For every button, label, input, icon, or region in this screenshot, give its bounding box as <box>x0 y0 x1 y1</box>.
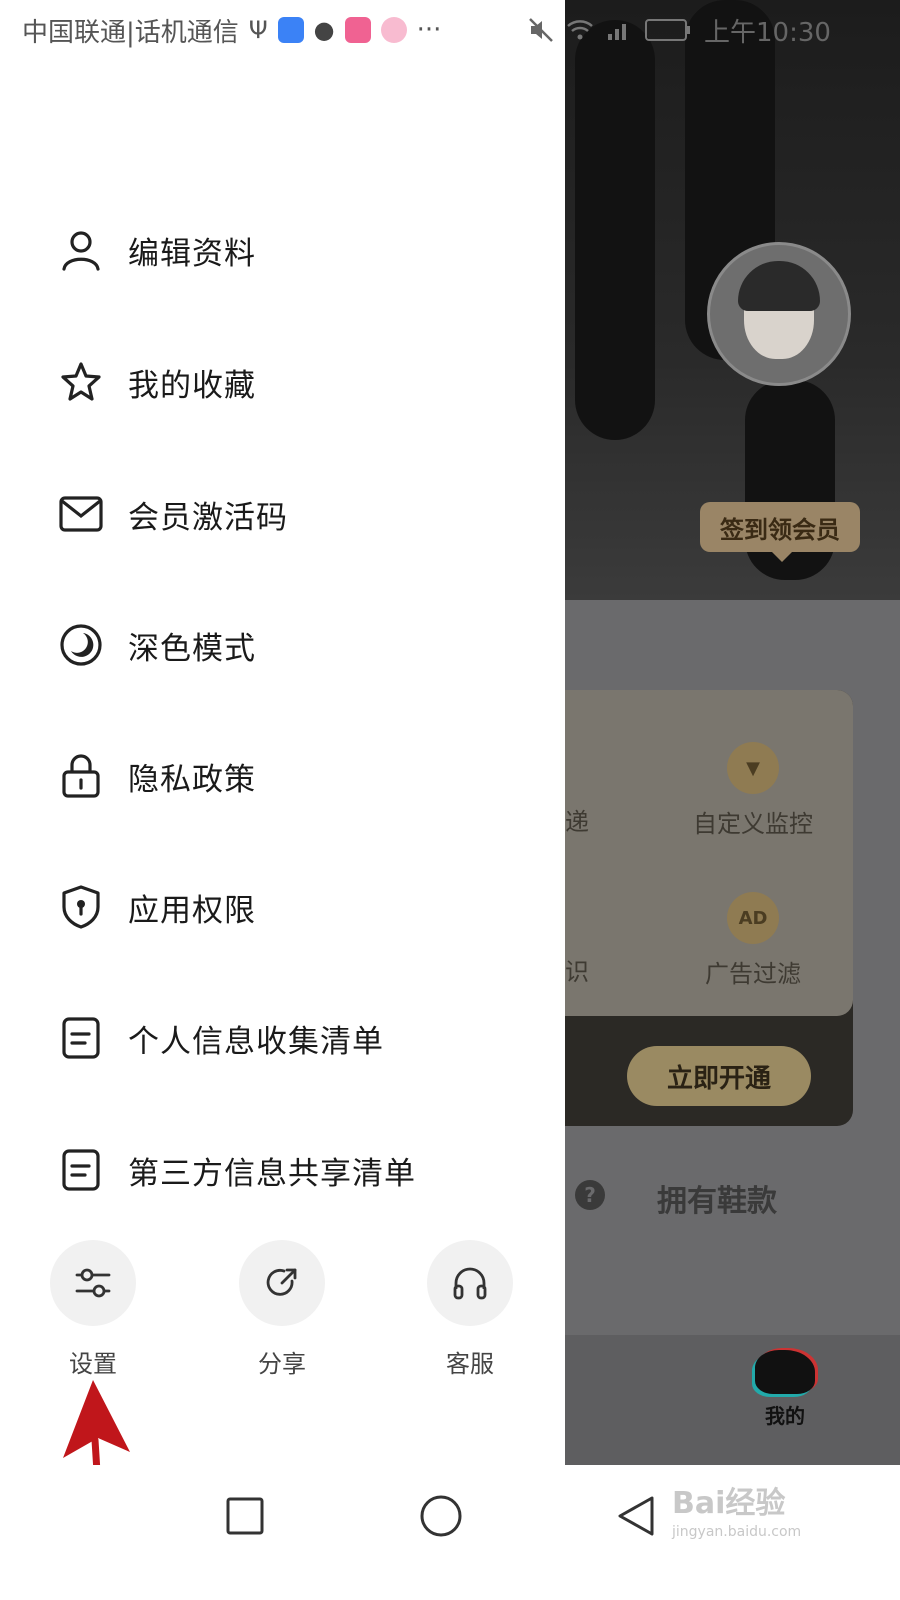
menu-item-favorites[interactable]: 我的收藏 <box>58 342 528 422</box>
mute-icon <box>529 18 553 42</box>
menu-label: 第三方信息共享清单 <box>128 1155 416 1192</box>
menu-label: 隐私政策 <box>128 761 256 798</box>
moon-icon <box>58 622 104 668</box>
feature-partial-label: 识 <box>565 958 589 986</box>
feature-label: 广告过滤 <box>705 960 801 988</box>
star-icon <box>58 359 104 405</box>
home-icon[interactable] <box>420 1495 462 1537</box>
checkin-badge[interactable]: 签到领会员 <box>700 502 860 562</box>
share-icon <box>239 1240 325 1326</box>
status-bar: 中国联通|话机通信 Ψ ● ··· 上午10:30 <box>0 0 900 60</box>
customer-service-button[interactable]: 客服 <box>415 1240 525 1379</box>
menu-item-edit-profile[interactable]: 编辑资料 <box>58 210 528 290</box>
sneaker-icon <box>755 1350 815 1394</box>
share-button[interactable]: 分享 <box>227 1240 337 1379</box>
shield-app-icon <box>277 17 304 43</box>
menu-label: 个人信息收集清单 <box>128 1023 384 1060</box>
bird-app-icon <box>380 17 407 43</box>
side-drawer: 编辑资料 我的收藏 会员激活码 深色模式 隐私政策 应用权限 个人信息收集清单 … <box>0 0 565 1500</box>
tab-mine-label: 我的 <box>765 1404 805 1428</box>
document-icon <box>58 1147 104 1193</box>
carrier-label: 中国联通|话机通信 <box>22 17 239 48</box>
feature-custom-monitor[interactable]: ▼ 自定义监控 <box>673 742 833 839</box>
background-header: 签到领会员 <box>565 0 900 600</box>
menu-label: 应用权限 <box>128 892 256 929</box>
settings-label: 设置 <box>69 1350 117 1378</box>
share-label: 分享 <box>258 1350 306 1378</box>
watermark-text: Bai经验 <box>672 1486 786 1521</box>
menu-label: 编辑资料 <box>128 235 256 272</box>
menu-item-dark-mode[interactable]: 深色模式 <box>58 605 528 685</box>
ad-icon: AD <box>727 892 779 944</box>
signal-icon <box>608 24 626 40</box>
feature-ad-filter[interactable]: AD 广告过滤 <box>673 892 833 989</box>
lock-icon <box>58 753 104 799</box>
menu-label: 会员激活码 <box>128 499 288 536</box>
chat-icon: ● <box>313 16 335 44</box>
document-icon <box>58 1015 104 1061</box>
menu-item-third-party-sharing[interactable]: 第三方信息共享清单 <box>58 1130 528 1210</box>
feature-partial-label: 递 <box>565 808 589 836</box>
vip-card: 递 ▼ 自定义监控 识 AD 广告过滤 立即开通 <box>565 690 853 1126</box>
watermark-url: jingyan.baidu.com <box>672 1524 802 1540</box>
menu-item-app-permissions[interactable]: 应用权限 <box>58 867 528 947</box>
decor-stroke <box>575 20 655 440</box>
customer-service-label: 客服 <box>446 1350 494 1378</box>
avatar[interactable] <box>707 242 851 386</box>
recent-apps-icon[interactable] <box>226 1497 264 1535</box>
feature-label: 自定义监控 <box>693 810 813 838</box>
shield-icon <box>58 884 104 930</box>
shoes-label: 拥有鞋款 <box>657 1184 777 1219</box>
menu-label: 我的收藏 <box>128 367 256 404</box>
open-vip-button[interactable]: 立即开通 <box>627 1046 811 1106</box>
help-icon[interactable]: ? <box>575 1180 605 1210</box>
battery-icon <box>645 19 690 41</box>
wifi-icon <box>567 20 593 40</box>
menu-item-personal-info-list[interactable]: 个人信息收集清单 <box>58 998 528 1078</box>
more-notifications-icon: ··· <box>416 15 442 45</box>
tab-bar <box>565 1335 900 1465</box>
settings-sliders-icon <box>50 1240 136 1326</box>
headphones-icon <box>427 1240 513 1326</box>
back-icon[interactable] <box>616 1495 656 1537</box>
background-page: 签到领会员 递 ▼ 自定义监控 识 AD 广告过滤 立即开通 ? 拥有鞋款 我的 <box>565 0 900 1500</box>
menu-item-activation-code[interactable]: 会员激活码 <box>58 474 528 554</box>
wallet-app-icon <box>344 17 371 43</box>
funnel-icon: ▼ <box>727 742 779 794</box>
user-icon <box>58 227 104 273</box>
menu-item-privacy-policy[interactable]: 隐私政策 <box>58 736 528 816</box>
usb-icon: Ψ <box>248 16 268 44</box>
mail-icon <box>58 491 104 537</box>
clock-label: 上午10:30 <box>704 17 831 48</box>
watermark: Bai经验 jingyan.baidu.com <box>672 1478 872 1558</box>
tab-mine[interactable]: 我的 <box>735 1350 835 1429</box>
vip-features-panel: 递 ▼ 自定义监控 识 AD 广告过滤 <box>565 690 853 1016</box>
settings-button[interactable]: 设置 <box>38 1240 148 1379</box>
menu-label: 深色模式 <box>128 630 256 667</box>
avatar-hair <box>738 261 820 311</box>
